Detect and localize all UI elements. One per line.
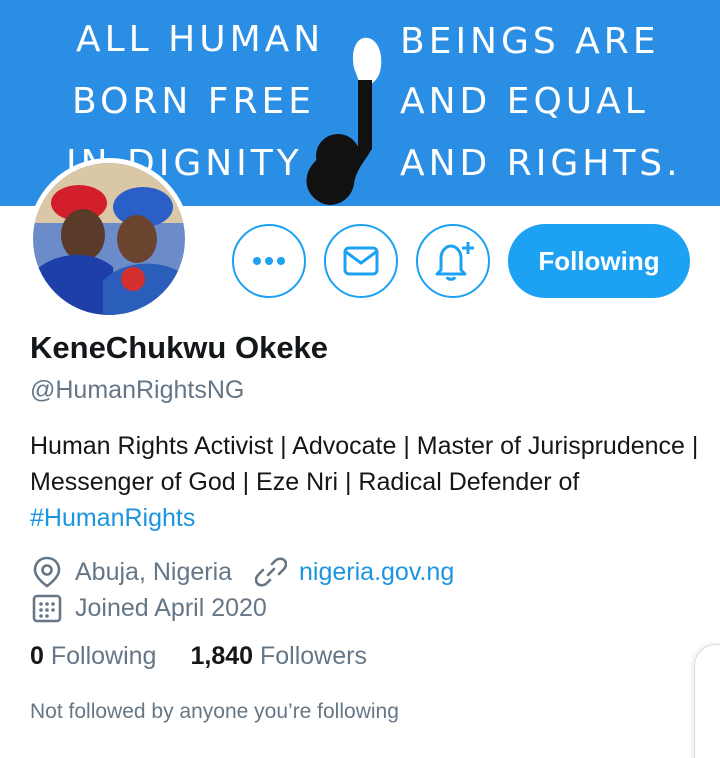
profile-meta-joined: Joined April 2020 bbox=[30, 591, 267, 625]
joined-text: Joined April 2020 bbox=[75, 593, 267, 622]
floating-card-edge bbox=[694, 644, 720, 758]
followers-count: 1,840 bbox=[190, 642, 254, 670]
profile-meta-location: Abuja, Nigeria nigeria.gov.ng bbox=[30, 555, 454, 589]
notifications-button[interactable] bbox=[416, 224, 490, 298]
website-link[interactable]: nigeria.gov.ng bbox=[254, 555, 454, 589]
banner-text-line: Born Free bbox=[72, 81, 315, 122]
raised-hand-figure bbox=[306, 37, 382, 205]
calendar-icon bbox=[30, 591, 64, 625]
following-count: 0 bbox=[30, 642, 44, 670]
bio-hashtag-link[interactable]: #HumanRights bbox=[30, 504, 195, 532]
more-options-button[interactable] bbox=[232, 224, 306, 298]
followers-you-know-note: Not followed by anyone you’re following bbox=[30, 700, 399, 723]
message-button[interactable] bbox=[324, 224, 398, 298]
mail-icon bbox=[343, 246, 379, 276]
profile-name: KeneChukwu Okeke bbox=[30, 330, 329, 365]
banner-text-line: And Rights. bbox=[400, 143, 682, 184]
more-icon bbox=[253, 257, 285, 265]
banner-text-line: Beings Are bbox=[400, 21, 660, 62]
bio-text: Human Rights Activist | Advocate | Maste… bbox=[30, 432, 699, 496]
location-pin-icon bbox=[30, 555, 64, 589]
profile-bio: Human Rights Activist | Advocate | Maste… bbox=[30, 428, 700, 536]
bell-plus-icon bbox=[435, 242, 474, 281]
following-stat-label: Following bbox=[50, 642, 157, 670]
banner-text-line: And Equal bbox=[400, 81, 649, 122]
website-text[interactable]: nigeria.gov.ng bbox=[299, 558, 454, 587]
profile-avatar[interactable] bbox=[28, 158, 190, 320]
followers-stat-link[interactable]: 1,840 Followers bbox=[190, 642, 367, 671]
following-button[interactable]: Following bbox=[508, 224, 690, 298]
following-stat-link[interactable]: 0 Following bbox=[30, 642, 156, 671]
followers-stat-label: Followers bbox=[259, 642, 367, 670]
profile-handle: @HumanRightsNG bbox=[30, 376, 245, 404]
location-text: Abuja, Nigeria bbox=[75, 557, 233, 586]
avatar-photo bbox=[33, 163, 185, 315]
profile-stats: 0 Following 1,840 Followers bbox=[30, 642, 367, 671]
link-icon bbox=[254, 555, 288, 589]
